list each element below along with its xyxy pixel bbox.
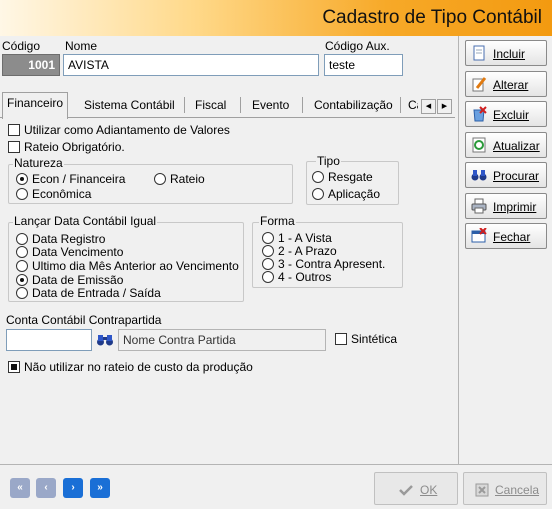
fechar-button[interactable]: Fechar (465, 223, 547, 249)
lancar-data-registro-radio[interactable] (16, 233, 28, 245)
tab-scroll-left-icon[interactable]: ◀ (421, 99, 436, 114)
natureza-option-label: Econômica (32, 187, 92, 201)
conta-contrapartida-label: Conta Contábil Contrapartida (6, 313, 162, 327)
incluir-label: Incluir (493, 47, 526, 61)
cancela-button[interactable]: Cancela (463, 472, 547, 505)
new-document-icon (473, 45, 485, 61)
forma-contra-apresent-radio[interactable] (262, 258, 274, 270)
tipo-resgate-radio[interactable] (312, 171, 324, 183)
tab-overflow[interactable]: Ca (404, 95, 418, 117)
title-bar: Cadastro de Tipo Contábil (0, 0, 552, 36)
lancar-ultimo-dia-radio[interactable] (16, 260, 28, 272)
tab-sistema-contabil[interactable]: Sistema Contábil (80, 95, 179, 117)
fechar-label: Fechar (493, 230, 531, 244)
tipo-option-label: Aplicação (328, 187, 381, 201)
conta-contrapartida-input[interactable] (6, 329, 92, 351)
nao-utilizar-rateio-label: Não utilizar no rateio de custo da produ… (24, 360, 253, 374)
natureza-economica-radio[interactable] (16, 188, 28, 200)
ok-button[interactable]: OK (374, 472, 458, 505)
forma-title: Forma (259, 214, 296, 228)
lancar-option-label: Data de Emissão (32, 273, 124, 287)
tab-financeiro[interactable]: Financeiro (2, 92, 69, 119)
cancela-label: Cancela (495, 483, 540, 497)
natureza-option-label: Econ / Financeira (32, 172, 126, 186)
checkmark-icon (399, 485, 413, 496)
atualizar-button[interactable]: Atualizar (465, 132, 547, 158)
window-title: Cadastro de Tipo Contábil (322, 7, 542, 28)
close-window-icon (471, 228, 487, 243)
nome-input[interactable]: AVISTA (63, 54, 319, 76)
lancar-option-label: Ultimo dia Mês Anterior ao Vencimento (32, 259, 239, 273)
excluir-button[interactable]: Excluir (465, 101, 547, 127)
lancar-option-label: Data Registro (32, 232, 106, 246)
lancar-data-emissao-radio[interactable] (16, 274, 28, 286)
forma-option-label: 4 - Outros (278, 270, 332, 284)
tab-fiscal[interactable]: Fiscal (191, 95, 230, 117)
tab-separator (184, 97, 185, 113)
codigo-aux-input[interactable]: teste (324, 54, 403, 76)
refresh-icon (472, 137, 486, 153)
lancar-option-label: Data Vencimento (32, 245, 124, 259)
forma-a-prazo-radio[interactable] (262, 245, 274, 257)
edit-pencil-icon (472, 77, 487, 92)
atualizar-label: Atualizar (493, 139, 540, 153)
tipo-option-label: Resgate (328, 170, 373, 184)
tab-separator (400, 97, 401, 113)
tipo-title: Tipo (316, 154, 341, 168)
tab-evento[interactable]: Evento (248, 95, 293, 117)
tab-contabilizacao[interactable]: Contabilização (310, 95, 397, 117)
imprimir-label: Imprimir (493, 200, 537, 214)
tipo-aplicacao-radio[interactable] (312, 188, 324, 200)
nome-contra-partida-field: Nome Contra Partida (118, 329, 326, 351)
rateio-obrigatorio-checkbox[interactable] (8, 141, 20, 153)
forma-option-label: 1 - A Vista (278, 231, 332, 245)
natureza-title: Natureza (13, 156, 64, 170)
sintetica-label: Sintética (351, 332, 398, 346)
forma-outros-radio[interactable] (262, 271, 274, 283)
cancel-icon (475, 483, 489, 497)
procurar-label: Procurar (493, 169, 540, 183)
adiantamento-label: Utilizar como Adiantamento de Valores (24, 123, 230, 137)
alterar-label: Alterar (493, 78, 529, 92)
tab-strip: Financeiro Sistema Contábil Fiscal Event… (0, 92, 455, 119)
lancar-data-entrada-saida-radio[interactable] (16, 287, 28, 299)
natureza-rateio-radio[interactable] (154, 173, 166, 185)
alterar-button[interactable]: Alterar (465, 71, 547, 97)
lancar-data-vencimento-radio[interactable] (16, 246, 28, 258)
adiantamento-checkbox[interactable] (8, 124, 20, 136)
lancar-data-title: Lançar Data Contábil Igual (13, 214, 158, 228)
imprimir-button[interactable]: Imprimir (465, 193, 547, 219)
incluir-button[interactable]: Incluir (465, 40, 547, 66)
next-record-icon[interactable]: › (63, 478, 83, 498)
forma-option-label: 3 - Contra Apresent. (278, 257, 386, 271)
codigo-label: Código (2, 39, 41, 53)
rateio-obrigatorio-label: Rateio Obrigatório. (24, 140, 125, 154)
natureza-option-label: Rateio (170, 172, 205, 186)
excluir-label: Excluir (493, 108, 530, 122)
tab-scroll-right-icon[interactable]: ▶ (437, 99, 452, 114)
printer-icon (471, 198, 487, 214)
last-record-icon[interactable]: » (90, 478, 110, 498)
binoculars-icon[interactable] (96, 333, 114, 347)
previous-record-icon[interactable]: ‹ (36, 478, 56, 498)
ok-label: OK (420, 483, 438, 497)
procurar-button[interactable]: Procurar (465, 162, 547, 188)
tab-separator (240, 97, 241, 113)
tab-separator (302, 97, 303, 113)
codigo-field: 1001 (2, 54, 60, 76)
first-record-icon[interactable]: « (10, 478, 30, 498)
binoculars-icon (471, 170, 487, 181)
lancar-option-label: Data de Entrada / Saída (32, 286, 161, 300)
forma-option-label: 2 - A Prazo (278, 244, 337, 258)
natureza-econ-financeira-radio[interactable] (16, 173, 28, 185)
forma-a-vista-radio[interactable] (262, 232, 274, 244)
codigo-aux-label: Código Aux. (325, 39, 390, 53)
nome-label: Nome (65, 39, 98, 53)
sintetica-checkbox[interactable] (335, 333, 347, 345)
nao-utilizar-rateio-checkbox[interactable] (8, 361, 20, 373)
delete-icon (473, 106, 487, 122)
